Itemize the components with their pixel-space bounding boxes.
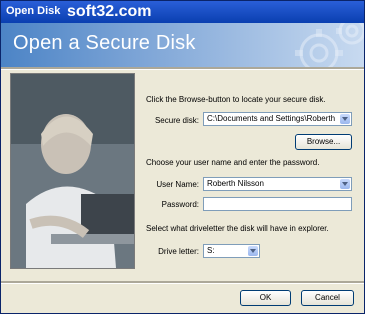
drive-instruction: Select what driveletter the disk will ha… (146, 224, 329, 233)
drive-letter-label: Drive letter: (158, 247, 199, 256)
user-name-select[interactable]: Roberth Nilsson (203, 177, 352, 191)
title-bar[interactable]: Open Disk soft32.com (1, 1, 364, 23)
header-divider (1, 67, 364, 70)
browse-button[interactable]: Browse... (295, 134, 352, 150)
drive-letter-value: S: (207, 246, 215, 255)
open-disk-dialog: Open Disk soft32.com Open a Secure Disk (0, 0, 365, 314)
user-name-label: User Name: (156, 180, 199, 189)
page-title: Open a Secure Disk (13, 32, 196, 54)
secure-disk-value: C:\Documents and Settings\Roberth (207, 114, 336, 123)
password-label: Password: (161, 200, 199, 209)
watermark-text: soft32.com (67, 3, 152, 20)
credentials-instruction: Choose your user name and enter the pass… (146, 158, 320, 167)
password-input[interactable] (203, 197, 352, 211)
secure-disk-select[interactable]: C:\Documents and Settings\Roberth (203, 112, 352, 126)
footer-divider (1, 281, 364, 284)
browse-instruction: Click the Browse-button to locate your s… (146, 95, 326, 104)
user-name-value: Roberth Nilsson (207, 179, 264, 188)
gear-icon (295, 23, 364, 67)
secure-disk-label: Secure disk: (154, 116, 199, 125)
cancel-button[interactable]: Cancel (301, 290, 354, 306)
chevron-down-icon[interactable] (340, 114, 350, 124)
user-photo (10, 73, 135, 269)
chevron-down-icon[interactable] (340, 179, 350, 189)
window-title: Open Disk (6, 5, 61, 17)
header-banner: Open a Secure Disk (1, 23, 364, 67)
ok-button[interactable]: OK (240, 290, 291, 306)
drive-letter-select[interactable]: S: (203, 244, 260, 258)
chevron-down-icon[interactable] (248, 246, 258, 256)
